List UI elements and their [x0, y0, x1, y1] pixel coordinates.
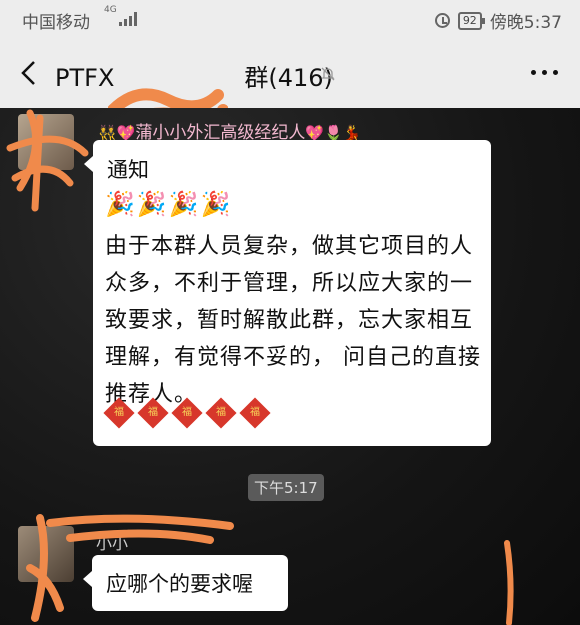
bell-off-icon — [321, 67, 335, 81]
battery-icon: 92 — [457, 11, 485, 30]
clock: 傍晚5:37 — [489, 13, 562, 33]
chat-header: PTFX 群(416) — [0, 38, 580, 141]
chat-title-prefix: PTFX — [55, 64, 115, 92]
fu-emoji: 福 — [137, 397, 169, 429]
fu-emoji: 福 — [205, 397, 237, 429]
message-text: 由于本群人员复杂，做其它项目的人众多，不利于管理，所以应大家的一致要求，暂时解散… — [105, 234, 481, 407]
timestamp: 下午5:17 — [248, 474, 324, 501]
carrier-name: 中国移动 — [22, 13, 90, 33]
notice-title: 通知 — [107, 158, 149, 182]
message-bubble[interactable]: 通知 🎉🎉🎉🎉 由于本群人员复杂，做其它项目的人众多，不利于管理，所以应大家的一… — [84, 140, 491, 446]
fu-emoji-row: 福 福 福 福 福 — [103, 397, 271, 429]
more-icon[interactable] — [531, 70, 558, 75]
message-text: 应哪个的要求喔 — [106, 572, 253, 596]
chevron-left-icon[interactable] — [14, 58, 44, 88]
network-type: 4G — [104, 5, 117, 15]
fu-emoji: 福 — [103, 397, 135, 429]
fu-emoji: 福 — [171, 397, 203, 429]
alarm-icon — [434, 13, 450, 28]
chat-area[interactable]: 👯💖蒲小小外汇高级经纪人💖🌷💃 通知 🎉🎉🎉🎉 由于本群人员复杂，做其它项目的人… — [0, 108, 580, 625]
fu-emoji: 福 — [239, 397, 271, 429]
signal-icon — [119, 11, 137, 26]
redaction-scribble — [504, 540, 514, 625]
confetti-emoji: 🎉🎉🎉🎉 — [105, 190, 233, 218]
status-bar: 中国移动 4G 92 傍晚5:37 — [0, 0, 580, 38]
message-bubble[interactable]: 应哪个的要求喔 — [83, 555, 288, 611]
